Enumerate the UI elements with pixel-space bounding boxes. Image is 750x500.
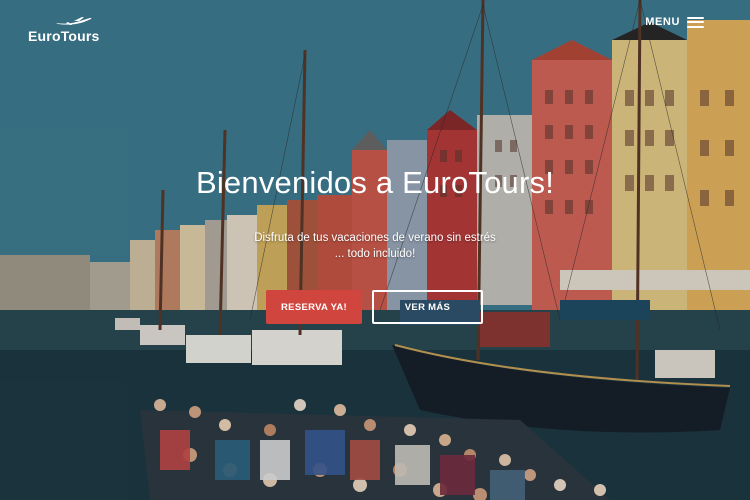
menu-button[interactable]: MENU bbox=[645, 16, 704, 28]
see-more-button[interactable]: VER MÁS bbox=[372, 290, 483, 324]
brand-name: EuroTours bbox=[28, 28, 100, 44]
airplane-icon bbox=[56, 17, 92, 25]
hero-section: EuroTours MENU Bienvenidos a EuroTours! … bbox=[0, 0, 750, 500]
hero-title: Bienvenidos a EuroTours! bbox=[195, 165, 555, 200]
hamburger-icon bbox=[687, 16, 704, 28]
menu-label: MENU bbox=[645, 16, 680, 28]
hero-subtitle: Disfruta de tus vacaciones de verano sin… bbox=[0, 230, 750, 262]
brand-logo[interactable]: EuroTours bbox=[28, 16, 100, 44]
hero-subtitle-line1: Disfruta de tus vacaciones de verano sin… bbox=[254, 232, 496, 244]
reserve-now-button[interactable]: RESERVA YA! bbox=[266, 290, 362, 324]
hero-subtitle-line2: ... todo incluido! bbox=[334, 248, 416, 260]
